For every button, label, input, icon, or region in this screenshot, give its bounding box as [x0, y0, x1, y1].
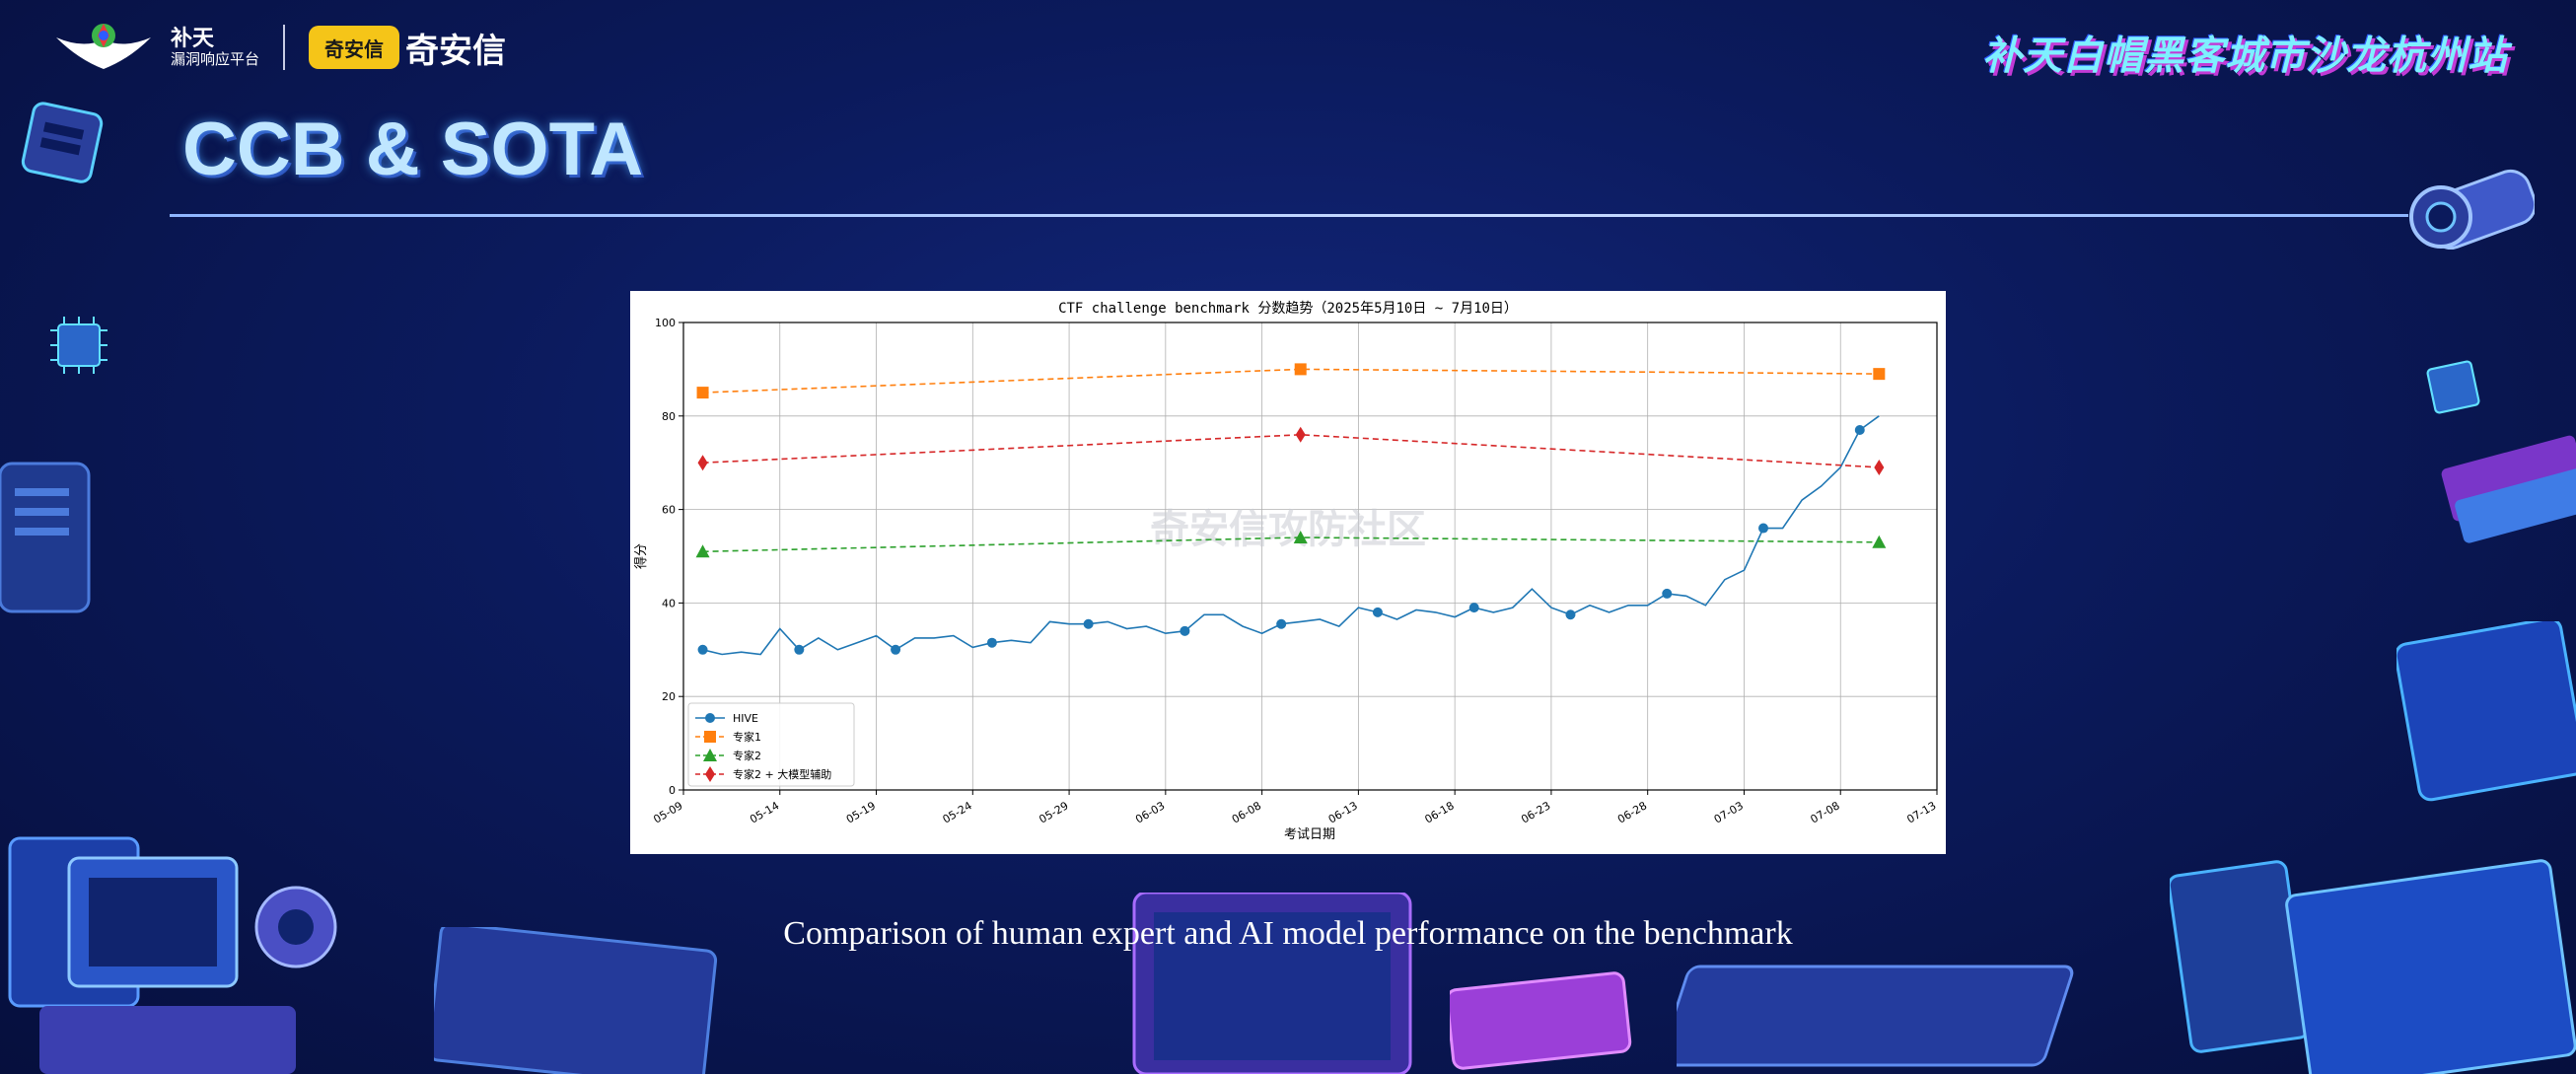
data-point	[1565, 609, 1576, 620]
qax-badge-logo: 奇安信	[309, 26, 400, 69]
benchmark-line-chart: 奇安信攻防社区 0 20 40 60 80 100 05-09 05-14 05-19 05-24…	[633, 301, 1939, 842]
keyboard-decoration-icon	[1677, 965, 2074, 1067]
data-point	[1276, 618, 1287, 629]
data-point	[1872, 535, 1887, 548]
x-tick-label: 05-19	[844, 799, 878, 825]
slide-caption: Comparison of human expert and AI model …	[783, 915, 1793, 952]
series-line-3	[702, 433, 1880, 468]
logo-separator	[283, 25, 286, 70]
page-title: CCB & SOTA	[182, 107, 644, 191]
data-point	[1083, 618, 1094, 629]
data-point	[1468, 603, 1479, 613]
x-tick-label: 07-03	[1712, 799, 1746, 825]
x-tick-label: 06-23	[1519, 799, 1552, 825]
header-logos: 补天 漏洞响应平台 奇安信 奇安信	[54, 18, 506, 77]
data-point	[1854, 425, 1865, 436]
legend-label: HIVE	[733, 712, 758, 725]
data-point	[696, 387, 709, 399]
x-axis-label: 考试日期	[1284, 827, 1335, 842]
monitor-decoration-icon	[21, 102, 104, 183]
x-tick-label: 05-09	[651, 799, 684, 825]
cards-decoration-icon	[2441, 435, 2576, 543]
qax-logo: 奇安信 奇安信	[309, 24, 506, 72]
chart-grid	[682, 322, 1938, 791]
y-tick-label: 100	[655, 317, 676, 329]
data-point	[697, 455, 708, 471]
laptop-decoration-icon	[2170, 859, 2576, 1074]
y-tick-label: 80	[662, 410, 676, 423]
x-tick-label: 07-08	[1809, 799, 1842, 825]
data-point	[1873, 368, 1886, 381]
lens-decoration-icon	[2409, 169, 2535, 250]
qax-name: 奇安信	[405, 31, 507, 71]
butian-logo-icon	[56, 24, 151, 69]
tablet-decoration-icon	[1450, 971, 1632, 1070]
brand-name: 补天	[171, 26, 215, 51]
brand-subtitle: 漏洞响应平台	[171, 49, 260, 68]
y-tick-label: 20	[662, 690, 676, 703]
chip-decoration-icon	[2426, 360, 2480, 414]
chip-decoration-icon	[50, 317, 107, 374]
x-tick-label: 05-29	[1037, 799, 1070, 825]
x-tick-label: 06-18	[1422, 799, 1456, 825]
legend-marker	[704, 731, 716, 743]
data-point	[794, 644, 805, 655]
plot-frame	[682, 322, 1938, 791]
chart-watermark: 奇安信攻防社区	[1150, 507, 1426, 552]
legend-label: 专家2 + 大模型辅助	[733, 767, 831, 781]
x-tick-label: 06-08	[1230, 799, 1263, 825]
y-tick-label: 60	[662, 504, 676, 517]
chart-title: CTF challenge benchmark 分数趋势（2025年5月10日 …	[1058, 301, 1518, 317]
series-line-1	[702, 368, 1880, 394]
data-point	[1372, 607, 1383, 617]
data-point	[1295, 426, 1306, 443]
data-point	[1662, 588, 1673, 599]
x-tick-label: 05-24	[941, 799, 974, 825]
data-point	[1294, 363, 1307, 376]
legend-marker	[705, 713, 715, 723]
data-point	[1758, 523, 1769, 534]
x-tick-label: 06-28	[1615, 799, 1649, 825]
server-decoration-icon	[0, 462, 91, 613]
chart-legend: HIVE 专家1 专家2 专家2 + 大模型辅助	[687, 702, 855, 787]
chart-panel: 奇安信攻防社区 0 20 40 60 80 100 05-09 05-14 05-19 05-24…	[630, 291, 1946, 854]
x-tick-label: 06-13	[1326, 799, 1360, 825]
x-tick-label: 05-14	[748, 799, 781, 825]
data-point	[1874, 459, 1885, 475]
butian-brand: 补天 漏洞响应平台	[171, 26, 260, 68]
y-tick-label: 0	[669, 784, 676, 797]
data-point	[1180, 625, 1190, 636]
data-point	[697, 644, 708, 655]
screen-decoration-icon	[2397, 621, 2576, 802]
legend-label: 专家2	[733, 749, 761, 762]
legend-label: 专家1	[733, 730, 761, 744]
event-title: 补天白帽黑客城市沙龙杭州站	[1982, 34, 2508, 79]
title-divider	[170, 214, 2408, 217]
x-tick-label: 07-13	[1904, 799, 1938, 825]
data-point	[891, 644, 901, 655]
x-tick-label: 06-03	[1133, 799, 1167, 825]
data-point	[986, 637, 997, 648]
y-axis-label: 得分	[633, 543, 649, 569]
y-tick-label: 40	[662, 597, 676, 609]
